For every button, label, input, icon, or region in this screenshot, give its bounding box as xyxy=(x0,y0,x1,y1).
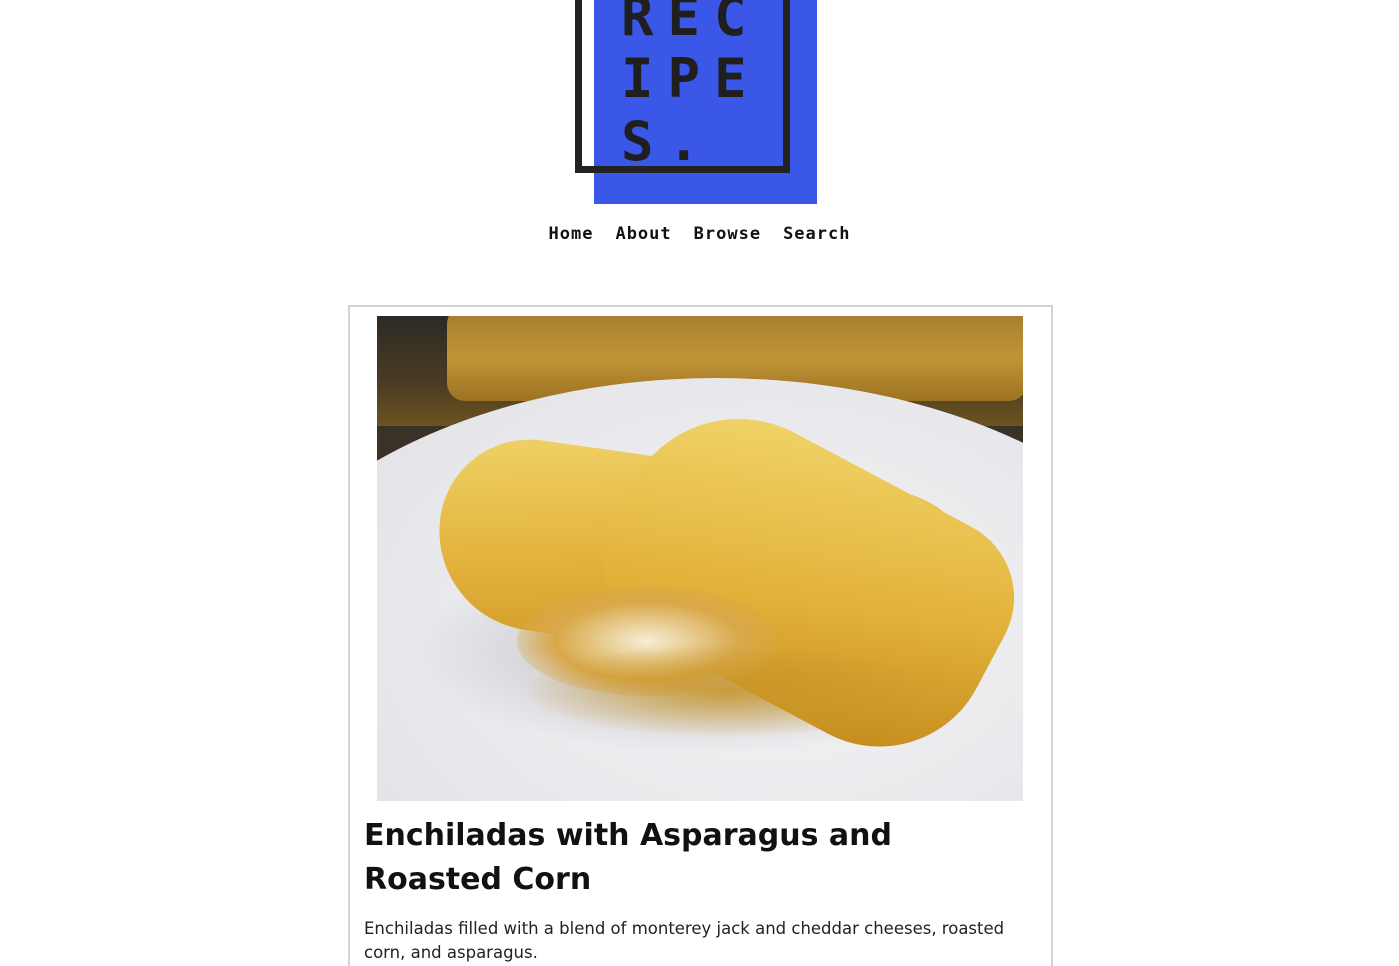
logo-text-line-1: REC xyxy=(621,0,761,48)
nav-link-browse[interactable]: Browse xyxy=(694,224,761,244)
nav-link-search[interactable]: Search xyxy=(783,224,850,244)
site-logo[interactable]: REC IPE S. xyxy=(575,0,820,205)
recipe-card[interactable]: Enchiladas with Asparagus and Roasted Co… xyxy=(348,305,1053,966)
page: REC IPE S. Home About Browse Search Ench… xyxy=(0,0,1399,966)
logo-text-line-3: S. xyxy=(621,110,715,173)
nav-link-home[interactable]: Home xyxy=(549,224,594,244)
recipe-title[interactable]: Enchiladas with Asparagus and Roasted Co… xyxy=(364,814,1024,902)
recipe-description: Enchiladas filled with a blend of monter… xyxy=(364,919,1005,962)
nav-link-about[interactable]: About xyxy=(615,224,671,244)
main-nav: Home About Browse Search xyxy=(0,224,1399,244)
recipe-photo[interactable] xyxy=(377,316,1023,801)
logo-text-line-2: IPE xyxy=(621,47,761,110)
photo-sauce xyxy=(527,646,927,736)
